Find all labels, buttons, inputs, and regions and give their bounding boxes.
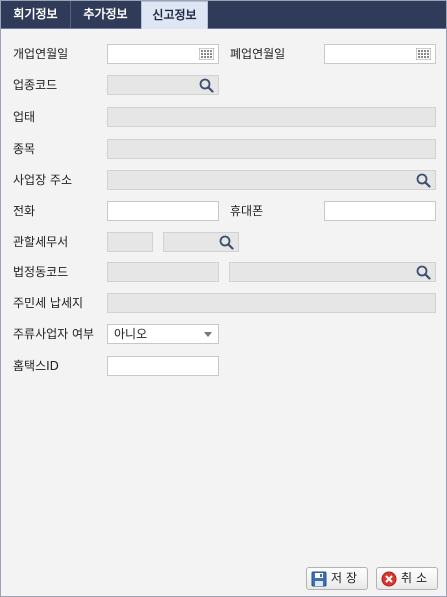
floppy-disk-icon [311,571,327,587]
tab-bar: 회기정보 추가정보 신고정보 [1,1,446,29]
industry-code-label: 업종코드 [13,78,58,92]
search-icon[interactable] [218,234,236,250]
cancel-x-icon [381,571,397,587]
tax-office-name-field[interactable] [163,232,239,252]
tab-additional-info[interactable]: 추가정보 [70,1,140,28]
business-type-input[interactable] [108,108,435,126]
tab-fiscal-info[interactable]: 회기정보 [1,1,70,28]
search-icon[interactable] [415,264,433,280]
tax-office-code-field[interactable] [107,232,153,252]
dialog-frame: 회기정보 추가정보 신고정보 개업연월일 폐업연월일 업종코드 업태 종목 사업… [0,0,447,597]
tax-office-label: 관할세무서 [13,235,69,249]
legal-dong-name-input[interactable] [230,263,435,281]
business-type-label: 업태 [13,110,36,124]
phone-input[interactable] [108,202,218,220]
hometax-id-field[interactable] [107,356,219,376]
legal-dong-code-input[interactable] [108,263,218,281]
calendar-icon[interactable] [199,48,214,60]
resident-tax-input[interactable] [108,294,435,312]
legal-dong-code-field[interactable] [107,262,219,282]
save-button-label: 저장 [331,571,362,585]
mobile-label: 휴대폰 [230,204,264,218]
mobile-field[interactable] [324,201,436,221]
search-icon[interactable] [198,77,216,93]
resident-tax-field[interactable] [107,293,436,313]
business-item-field[interactable] [107,139,436,159]
business-item-input[interactable] [108,140,435,158]
hometax-id-label: 홈택스ID [13,359,59,373]
mobile-input[interactable] [325,202,435,220]
tab-report-info[interactable]: 신고정보 [141,1,208,29]
close-date-field[interactable] [324,44,436,64]
phone-label: 전화 [13,204,36,218]
tax-office-code-input[interactable] [108,233,152,251]
business-type-field[interactable] [107,107,436,127]
phone-field[interactable] [107,201,219,221]
search-icon[interactable] [415,172,433,188]
industry-code-field[interactable] [107,75,219,95]
liquor-business-select[interactable]: 아니오 [107,324,219,344]
chevron-down-icon[interactable] [204,332,212,337]
open-date-label: 개업연월일 [13,47,69,61]
cancel-button[interactable]: 취소 [376,567,438,590]
legal-dong-name-field[interactable] [229,262,436,282]
resident-tax-label: 주민세 납세지 [13,296,84,310]
calendar-icon[interactable] [416,48,431,60]
liquor-business-selected: 아니오 [114,327,148,341]
close-date-label: 폐업연월일 [230,47,286,61]
business-item-label: 종목 [13,142,36,156]
liquor-business-label: 주류사업자 여부 [13,327,95,341]
address-label: 사업장 주소 [13,173,73,187]
legal-dong-label: 법정동코드 [13,265,69,279]
hometax-id-input[interactable] [108,357,218,375]
address-input[interactable] [108,171,435,189]
address-field[interactable] [107,170,436,190]
save-button[interactable]: 저장 [306,567,368,590]
open-date-field[interactable] [107,44,219,64]
cancel-button-label: 취소 [401,571,432,585]
